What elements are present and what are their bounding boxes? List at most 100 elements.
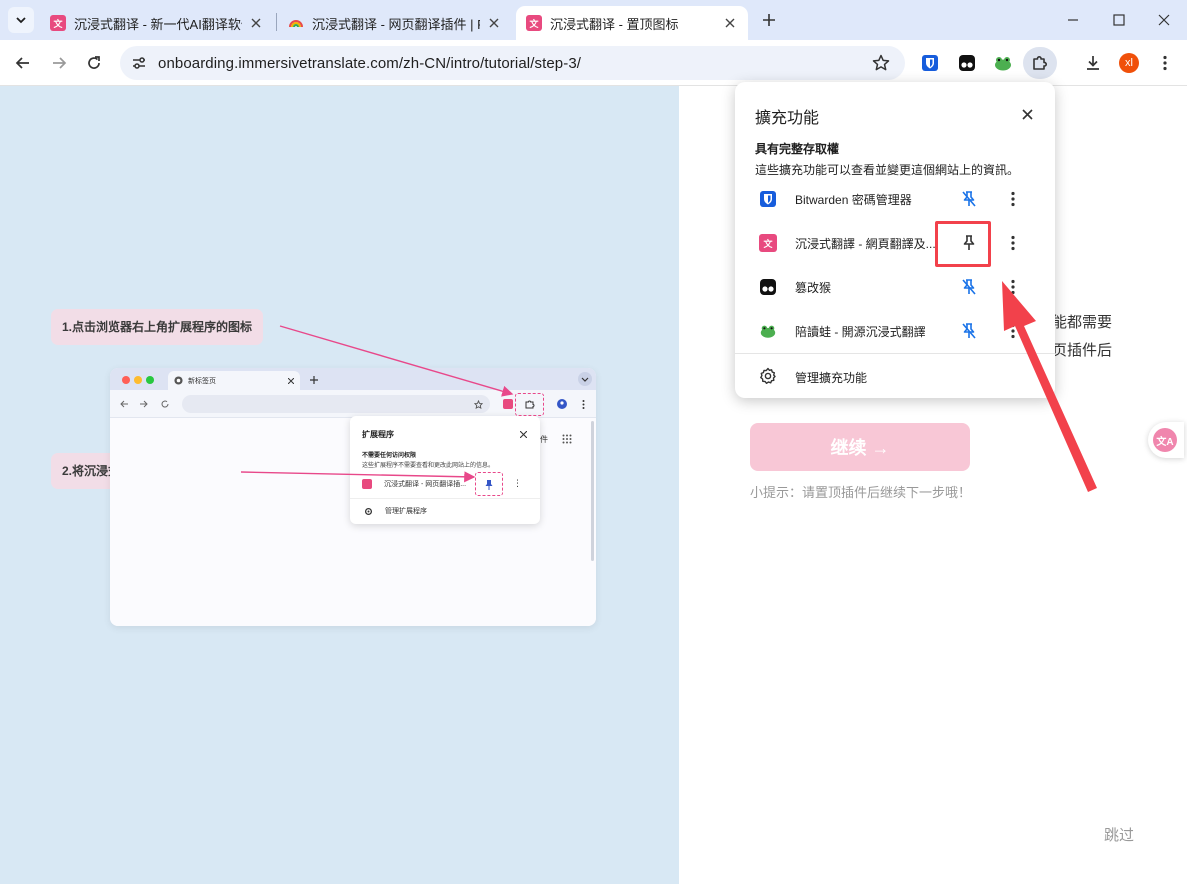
arrow-left-icon (120, 400, 128, 408)
hint-text: 小提示：请置顶插件后继续下一步哦！ (750, 485, 972, 500)
skip-link[interactable]: 跳过 (1104, 824, 1134, 845)
mini-partial-label: 件 (540, 435, 548, 444)
extension-row-bitwarden[interactable]: Bitwarden 密碼管理器 (735, 177, 1055, 221)
pin-highlight-box (935, 221, 991, 267)
plus-icon (310, 376, 318, 384)
close-icon (1158, 14, 1170, 26)
arrow-left-icon (15, 57, 29, 69)
tampermonkey-icon (759, 278, 777, 296)
maximize-icon (1113, 14, 1125, 26)
extension-row-immersive-translate[interactable]: 文 沉浸式翻譯 - 網頁翻譯及... (735, 221, 1055, 265)
mini-address-bar (182, 395, 490, 413)
site-info-icon[interactable] (122, 46, 156, 80)
account-icon (557, 399, 567, 409)
mini-popup-item-more: ⋮ (513, 478, 522, 488)
mini-extensions-popup: 扩展程序 不需要任何访问权限 这些扩展程序不需要查看和更改此网站上的信息。 沉浸… (350, 416, 540, 524)
mini-tab: 新标签页 (168, 371, 300, 390)
step1-callout: 1.点击浏览器右上角扩展程序的图标 (51, 309, 264, 345)
browser-menu-button[interactable] (1150, 48, 1180, 78)
more-vertical-icon (1163, 55, 1167, 71)
chevron-down-icon (578, 372, 592, 386)
more-vertical-icon[interactable] (1003, 233, 1023, 253)
more-vertical-icon (582, 400, 585, 409)
url-text: onboarding.immersivetranslate.com/zh-CN/… (158, 54, 582, 72)
unpinned-icon[interactable] (959, 321, 979, 341)
reload-button[interactable] (79, 48, 109, 78)
unpinned-icon[interactable] (959, 277, 979, 297)
mini-popup-title: 扩展程序 (362, 430, 394, 439)
more-vertical-icon[interactable] (1003, 189, 1023, 209)
extension-row-frog[interactable]: 陪讀蛙 - 開源沉浸式翻譯 (735, 309, 1055, 353)
pin-dashed-highlight (475, 472, 503, 496)
reload-icon (88, 56, 100, 69)
maximize-button[interactable] (1096, 0, 1142, 40)
extension-row-tampermonkey[interactable]: 篡改猴 (735, 265, 1055, 309)
extension-name: 陪讀蛙 - 開源沉浸式翻譯 (795, 325, 926, 339)
intro-text-partial-2: 页插件后 (1052, 342, 1113, 359)
manage-extensions-item[interactable]: 管理擴充功能 (735, 360, 1055, 392)
tab-3-active[interactable]: 文 沉浸式翻译 - 置顶图标 (516, 6, 748, 40)
mini-popup-item-label: 沉浸式翻译 - 网页翻译插... (384, 481, 467, 488)
close-window-button[interactable] (1141, 0, 1187, 40)
tab-strip: 文 沉浸式翻译 - 新一代AI翻译软件 沉浸式翻译 - 网页翻译插件 | PDF… (0, 0, 1187, 40)
tab-search-button[interactable] (8, 7, 34, 33)
tab-2[interactable]: 沉浸式翻译 - 网页翻译插件 | PDF (278, 6, 512, 40)
new-tab-button[interactable] (758, 9, 780, 31)
chrome-icon (174, 376, 183, 385)
more-vertical-icon[interactable] (1003, 321, 1023, 341)
continue-button[interactable]: 继续 → (750, 423, 970, 471)
translate-icon: 文A (1153, 428, 1177, 452)
tab-title: 沉浸式翻译 - 置顶图标 (550, 16, 679, 32)
popup-close-button[interactable] (1017, 104, 1037, 124)
arrow-right-icon (140, 400, 148, 408)
extensions-button[interactable] (1023, 47, 1057, 79)
forward-button[interactable] (44, 48, 74, 78)
floating-translate-button[interactable]: 文A (1148, 422, 1184, 458)
popup-title: 擴充功能 (755, 110, 820, 127)
plus-icon (763, 14, 775, 26)
close-icon[interactable] (486, 15, 502, 31)
mini-popup-desc: 这些扩展程序不需要查看和更改此网站上的信息。 (362, 463, 495, 469)
frog-icon[interactable] (991, 51, 1015, 75)
minimize-icon (1068, 19, 1078, 21)
close-icon (520, 431, 527, 438)
traffic-light-yellow (134, 376, 142, 384)
unpinned-icon[interactable] (959, 189, 979, 209)
rainbow-icon (288, 15, 304, 31)
tampermonkey-icon[interactable] (955, 51, 979, 75)
bitwarden-icon (759, 190, 777, 208)
mini-popup-manage: 管理扩展程序 (364, 506, 427, 516)
section-description: 這些擴充功能可以查看並變更這個網站上的資訊。 (755, 163, 1020, 177)
mini-popup-section: 不需要任何访问权限 (362, 453, 417, 459)
immersive-translate-icon: 文 (50, 15, 66, 31)
traffic-light-red (122, 376, 130, 384)
close-icon (1021, 108, 1033, 120)
address-bar[interactable]: onboarding.immersivetranslate.com/zh-CN/… (120, 46, 905, 80)
minimize-button[interactable] (1050, 0, 1096, 40)
immersive-translate-icon: 文 (526, 15, 542, 31)
close-icon[interactable] (722, 15, 738, 31)
mini-popup-item: 沉浸式翻译 - 网页翻译插... (362, 479, 466, 489)
intro-text-partial-1: 能都需要 (1052, 314, 1113, 331)
close-icon (288, 377, 294, 384)
mini-scrollbar (591, 421, 594, 561)
gear-icon (759, 367, 777, 390)
mini-tab-strip: 新标签页 (110, 368, 596, 390)
mini-popup-divider (350, 498, 540, 499)
reload-icon (161, 400, 169, 408)
frog-icon (759, 322, 777, 340)
back-button[interactable] (8, 48, 38, 78)
manage-extensions-label: 管理擴充功能 (795, 371, 868, 385)
downloads-button[interactable] (1078, 48, 1108, 78)
gear-icon (364, 507, 373, 515)
tab-title: 沉浸式翻译 - 网页翻译插件 | PDF (312, 16, 480, 32)
bookmark-star-icon[interactable] (871, 53, 891, 78)
immersive-translate-icon (362, 479, 372, 489)
bitwarden-icon[interactable] (918, 51, 942, 75)
tab-1[interactable]: 文 沉浸式翻译 - 新一代AI翻译软件 (40, 6, 274, 40)
close-icon[interactable] (248, 15, 264, 31)
mini-popup-manage-label: 管理扩展程序 (385, 508, 427, 515)
more-vertical-icon[interactable] (1003, 277, 1023, 297)
extension-name: 篡改猴 (795, 281, 832, 295)
profile-avatar[interactable]: xl (1119, 53, 1139, 73)
